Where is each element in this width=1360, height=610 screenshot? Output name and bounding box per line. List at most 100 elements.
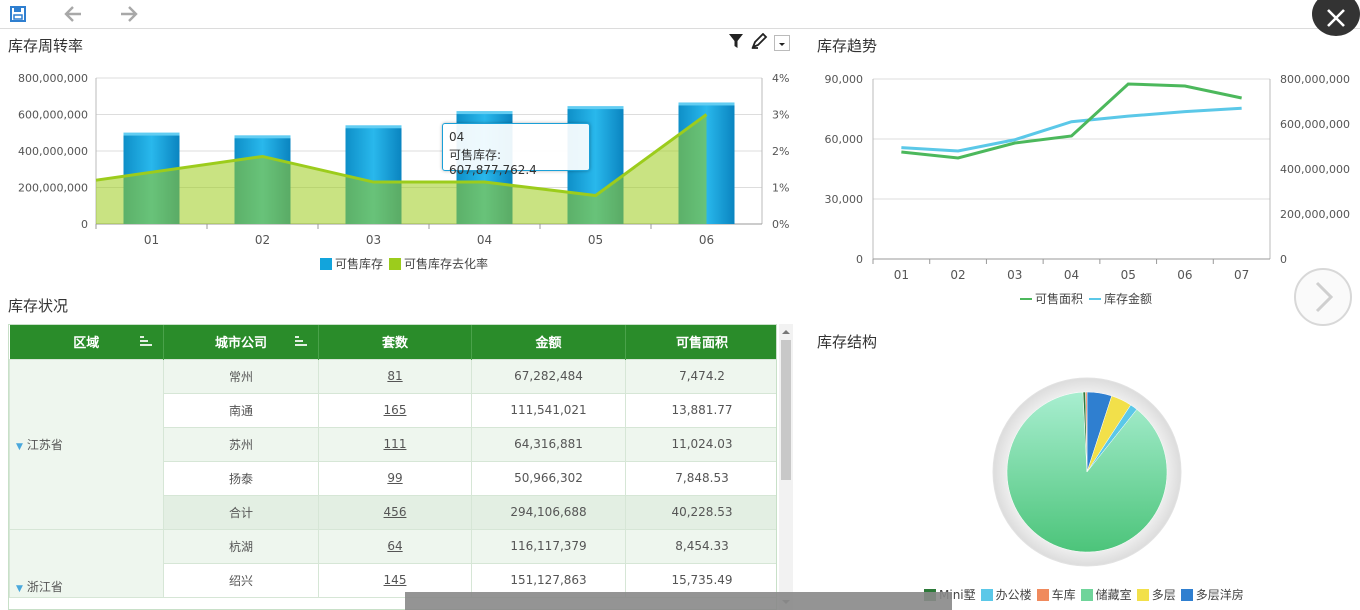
save-icon[interactable] (7, 3, 29, 25)
amount-cell: 294,106,688 (471, 494, 626, 530)
legend-item[interactable]: 可售库存去化率 (389, 255, 488, 272)
bar-top (678, 102, 735, 106)
legend-label: 多层洋房 (1195, 588, 1244, 602)
y-tick-label: 30,000 (825, 193, 864, 206)
legend-item[interactable]: 多层 (1136, 586, 1176, 603)
expand-icon[interactable]: ▼ (16, 442, 23, 452)
line-series (901, 106, 1242, 153)
y2-tick-label: 600,000,000 (1280, 118, 1350, 131)
expand-icon[interactable]: ▼ (16, 584, 23, 594)
region-cell[interactable]: ▼ 浙江省 (9, 528, 164, 598)
legend-label: 车库 (1051, 588, 1076, 602)
sort-icon[interactable] (294, 335, 308, 349)
x-tick-label: 06 (1177, 268, 1192, 282)
header-area[interactable]: 可售面积 (625, 325, 776, 359)
x-tick-label: 05 (588, 233, 603, 247)
legend-item[interactable]: 车库 (1036, 586, 1076, 603)
header-region[interactable]: 区域 (9, 325, 164, 359)
bar-top (345, 125, 402, 129)
bar-top (123, 132, 180, 136)
legend-swatch (1036, 589, 1049, 601)
x-tick-label: 01 (894, 268, 909, 282)
y2-tick-label: 400,000,000 (1280, 163, 1350, 176)
x-tick-label: 03 (366, 233, 381, 247)
y2-tick-label: 2% (772, 145, 789, 158)
count-cell[interactable]: 99 (318, 460, 472, 496)
close-icon[interactable] (1312, 0, 1360, 36)
city-cell: 扬泰 (163, 460, 319, 496)
header-amount[interactable]: 金额 (471, 325, 626, 359)
arrow-right-icon[interactable] (118, 3, 140, 25)
legend-item[interactable]: 可售面积 (1020, 290, 1083, 307)
y2-tick-label: 200,000,000 (1280, 208, 1350, 221)
scrollbar-thumb[interactable] (781, 340, 791, 480)
x-tick-label: 01 (144, 233, 159, 247)
chart-tools (728, 32, 790, 53)
structure-legend: Mini墅 办公楼 车库 储藏室 多层 多层洋房 (924, 586, 1244, 603)
y-tick-label: 60,000 (825, 133, 864, 146)
region-label: 江苏省 (26, 437, 63, 452)
city-cell: 苏州 (163, 426, 319, 462)
count-cell[interactable]: 165 (318, 392, 472, 428)
status-title: 库存状况 (8, 297, 69, 315)
y2-tick-label: 1% (772, 182, 789, 195)
legend-label: 多层 (1151, 588, 1176, 602)
legend-label: 办公楼 (995, 588, 1032, 602)
area-cell: 7,474.2 (625, 358, 776, 394)
area-cell: 40,228.53 (625, 494, 776, 530)
legend-item[interactable]: 库存金额 (1089, 290, 1152, 307)
y-tick-label: 0 (856, 253, 863, 266)
legend-item[interactable]: 可售库存 (320, 255, 383, 272)
header-count[interactable]: 套数 (318, 325, 472, 359)
y-tick-label: 90,000 (825, 73, 864, 86)
legend-item[interactable]: 多层洋房 (1180, 586, 1244, 603)
legend-item[interactable]: 储藏室 (1080, 586, 1132, 603)
count-cell[interactable]: 456 (318, 494, 472, 530)
table-row: ▼ 江苏省 常州 81 67,282,484 7,474.2 (9, 358, 776, 530)
x-tick-label: 04 (1064, 268, 1079, 282)
pen-icon[interactable] (750, 32, 768, 53)
trend-title: 库存趋势 (817, 37, 878, 55)
y-tick-label: 0 (81, 218, 88, 231)
structure-pie-chart (992, 377, 1182, 567)
next-page-button[interactable] (1294, 268, 1352, 326)
legend-item[interactable]: 办公楼 (980, 586, 1032, 603)
city-cell: 常州 (163, 358, 319, 394)
filter-icon[interactable] (728, 33, 744, 53)
amount-cell: 64,316,881 (471, 426, 626, 462)
x-tick-label: 07 (1234, 268, 1249, 282)
count-cell[interactable]: 81 (318, 358, 472, 394)
x-tick-label: 05 (1121, 268, 1136, 282)
y2-tick-label: 3% (772, 109, 789, 122)
sort-icon[interactable] (139, 335, 153, 349)
area-cell: 13,881.77 (625, 392, 776, 428)
arrow-left-icon[interactable] (62, 3, 84, 25)
x-tick-label: 04 (477, 233, 492, 247)
legend-swatch (980, 589, 993, 601)
city-cell: 合计 (163, 494, 319, 530)
amount-cell: 116,117,379 (471, 528, 626, 564)
y2-tick-label: 800,000,000 (1280, 73, 1350, 86)
top-toolbar (0, 0, 1360, 29)
amount-cell: 111,541,021 (471, 392, 626, 428)
city-cell: 绍兴 (163, 562, 319, 598)
bar-top (234, 135, 291, 139)
bar-top (456, 111, 513, 115)
count-cell[interactable]: 111 (318, 426, 472, 462)
legend-swatch (1180, 589, 1193, 601)
chevron-down-icon[interactable] (774, 35, 790, 51)
turnover-legend: 可售库存 可售库存去化率 (320, 255, 488, 272)
overlay-bar (405, 592, 952, 610)
chart-tooltip: 04 可售库存: 607,877,762.4 (442, 123, 590, 177)
header-city[interactable]: 城市公司 (163, 325, 319, 359)
x-tick-label: 03 (1007, 268, 1022, 282)
table-row: ▼ 浙江省 杭湖 64 116,117,379 8,454.33 (9, 528, 776, 598)
vertical-scrollbar[interactable] (779, 324, 793, 610)
y2-tick-label: 4% (772, 72, 789, 85)
region-cell[interactable]: ▼ 江苏省 (9, 358, 164, 530)
count-cell[interactable]: 64 (318, 528, 472, 564)
amount-cell: 67,282,484 (471, 358, 626, 394)
y-tick-label: 600,000,000 (18, 109, 88, 122)
inventory-table: 区域 城市公司 套数 金额 可售面积 ▼ 江苏省 常州 81 67,282,484 7,4… (8, 324, 777, 610)
y2-tick-label: 0 (1280, 253, 1287, 266)
